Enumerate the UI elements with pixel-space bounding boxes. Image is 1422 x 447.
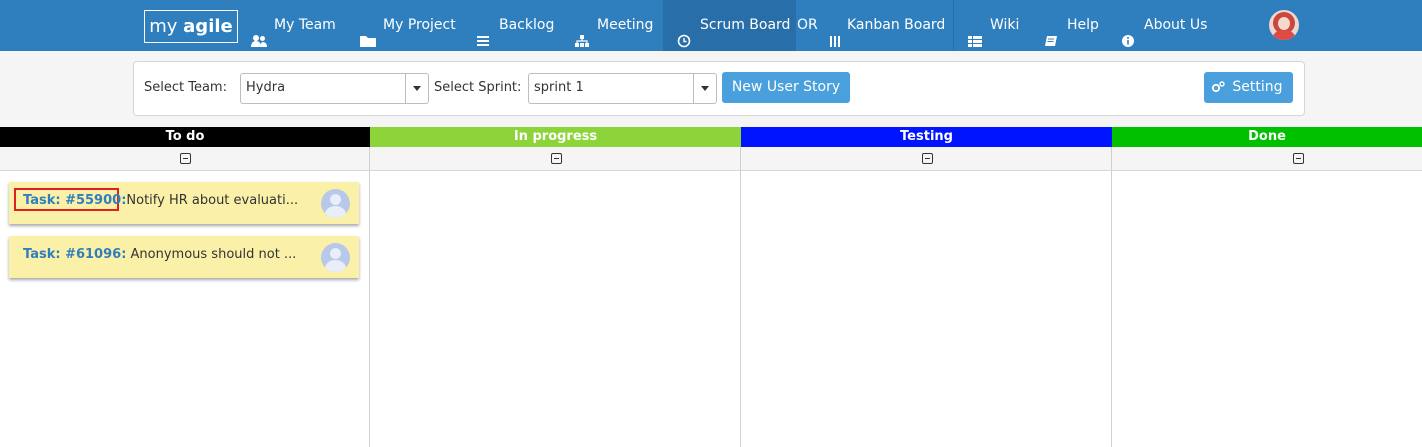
team-select[interactable]: Hydra bbox=[240, 73, 429, 104]
top-navbar: my agile My Team My Project Backlog Meet… bbox=[0, 0, 1422, 51]
filter-panel: Select Team: Hydra Select Sprint: sprint… bbox=[133, 61, 1305, 116]
book-icon bbox=[1044, 19, 1060, 46]
column-header-in-progress: In progress bbox=[370, 127, 741, 147]
nav-scrum-board[interactable]: Scrum Board bbox=[663, 0, 796, 51]
collapse-icon[interactable] bbox=[922, 153, 933, 164]
nav-or-separator: OR bbox=[797, 17, 818, 33]
column-header-testing: Testing bbox=[741, 127, 1112, 147]
team-label: Select Team: bbox=[144, 80, 227, 95]
task-title: Anonymous should not ... bbox=[130, 247, 297, 262]
nav-backlog[interactable]: Backlog bbox=[476, 0, 554, 51]
task-card[interactable]: Task: #55900:Notify HR about evaluati... bbox=[9, 182, 359, 224]
setting-button[interactable]: Setting bbox=[1204, 72, 1293, 103]
column-testing bbox=[741, 171, 1112, 447]
app-logo[interactable]: my agile bbox=[144, 10, 238, 43]
folder-icon bbox=[360, 19, 376, 47]
chevron-down-icon bbox=[405, 74, 428, 103]
collapse-icon[interactable] bbox=[180, 153, 191, 164]
column-in-progress bbox=[370, 171, 741, 447]
filter-area: Select Team: Hydra Select Sprint: sprint… bbox=[0, 51, 1422, 127]
assignee-avatar-icon bbox=[321, 189, 350, 218]
column-header-todo: To do bbox=[0, 127, 370, 147]
new-user-story-button[interactable]: New User Story bbox=[722, 72, 850, 103]
gears-icon bbox=[1211, 72, 1225, 103]
column-toggle-row-in-progress bbox=[370, 147, 741, 171]
column-toggle-row-testing bbox=[741, 147, 1112, 171]
column-toggle-row-done bbox=[1112, 147, 1422, 171]
table-list-icon bbox=[967, 19, 983, 47]
sprint-select[interactable]: sprint 1 bbox=[528, 73, 717, 104]
users-icon bbox=[251, 19, 267, 47]
nav-kanban-board[interactable]: Kanban Board bbox=[829, 0, 945, 51]
collapse-icon[interactable] bbox=[1293, 153, 1304, 164]
chevron-down-icon bbox=[693, 74, 716, 103]
nav-my-team[interactable]: My Team bbox=[251, 0, 336, 51]
task-card[interactable]: Task: #61096: Anonymous should not ... bbox=[9, 236, 359, 278]
user-avatar[interactable] bbox=[1269, 10, 1299, 40]
column-done bbox=[1112, 171, 1422, 447]
task-id-link[interactable]: Task: #61096: bbox=[23, 247, 126, 262]
list-icon bbox=[476, 19, 492, 46]
columns-icon bbox=[829, 19, 841, 47]
column-todo: Task: #55900:Notify HR about evaluati...… bbox=[0, 171, 370, 447]
nav-help[interactable]: Help bbox=[1044, 0, 1099, 51]
nav-about-us[interactable]: About Us bbox=[1121, 0, 1207, 51]
task-title: Notify HR about evaluati... bbox=[126, 193, 299, 208]
collapse-icon[interactable] bbox=[551, 153, 562, 164]
task-id-link[interactable]: Task: #55900: bbox=[23, 193, 126, 208]
sprint-label: Select Sprint: bbox=[434, 80, 522, 95]
column-toggle-row-todo bbox=[0, 147, 370, 171]
assignee-avatar-icon bbox=[321, 243, 350, 272]
info-circle-icon bbox=[1121, 19, 1137, 47]
nav-meeting[interactable]: Meeting bbox=[574, 0, 653, 51]
nav-my-project[interactable]: My Project bbox=[360, 0, 456, 51]
clock-icon bbox=[677, 19, 693, 47]
sitemap-icon bbox=[574, 19, 590, 47]
nav-divider bbox=[953, 0, 954, 51]
column-header-done: Done bbox=[1112, 127, 1422, 147]
nav-wiki[interactable]: Wiki bbox=[967, 0, 1019, 51]
